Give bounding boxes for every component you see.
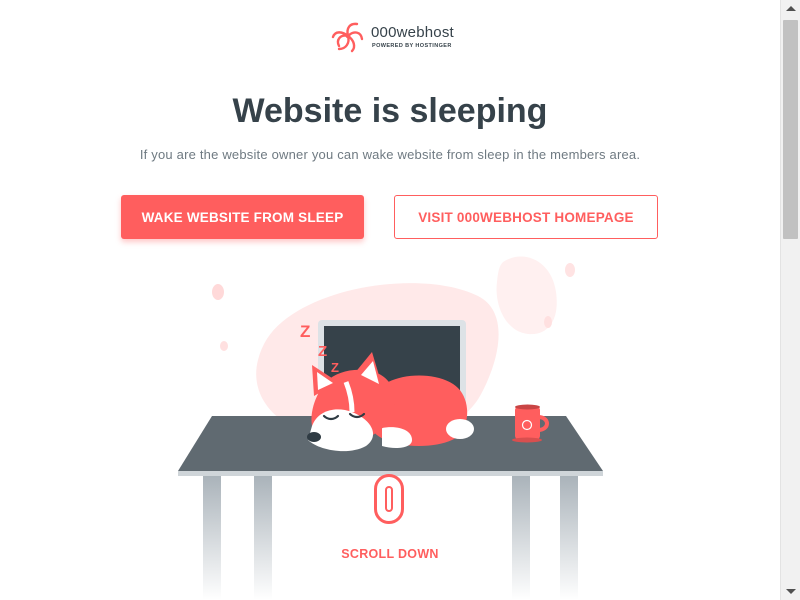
logo-tagline: POWERED BY HOSTINGER <box>372 43 452 49</box>
vertical-scrollbar[interactable] <box>780 0 800 600</box>
scroll-down-arrow-icon[interactable] <box>786 589 796 594</box>
scrollbar-thumb[interactable] <box>783 20 798 239</box>
zzz-letter: Z <box>300 322 310 341</box>
zzz-letter: Z <box>331 360 339 375</box>
mouse-wheel <box>385 486 393 512</box>
brand-logo[interactable]: 000webhost POWERED BY HOSTINGER <box>330 18 480 54</box>
mouse-scroll-icon[interactable] <box>374 474 404 524</box>
visit-homepage-button[interactable]: VISIT 000WEBHOST HOMEPAGE <box>394 195 658 239</box>
page: 000webhost POWERED BY HOSTINGER Website … <box>0 0 780 600</box>
scroll-up-arrow-icon[interactable] <box>786 6 796 11</box>
wake-website-button[interactable]: WAKE WEBSITE FROM SLEEP <box>121 195 364 239</box>
logo-brand-text: 000webhost <box>371 24 454 41</box>
page-title: Website is sleeping <box>232 92 548 130</box>
swirl-logo-icon <box>331 22 364 53</box>
scroll-down-label[interactable]: SCROLL DOWN <box>0 547 780 561</box>
page-subtitle: If you are the website owner you can wak… <box>139 147 641 162</box>
zzz-letter: Z <box>318 343 327 360</box>
